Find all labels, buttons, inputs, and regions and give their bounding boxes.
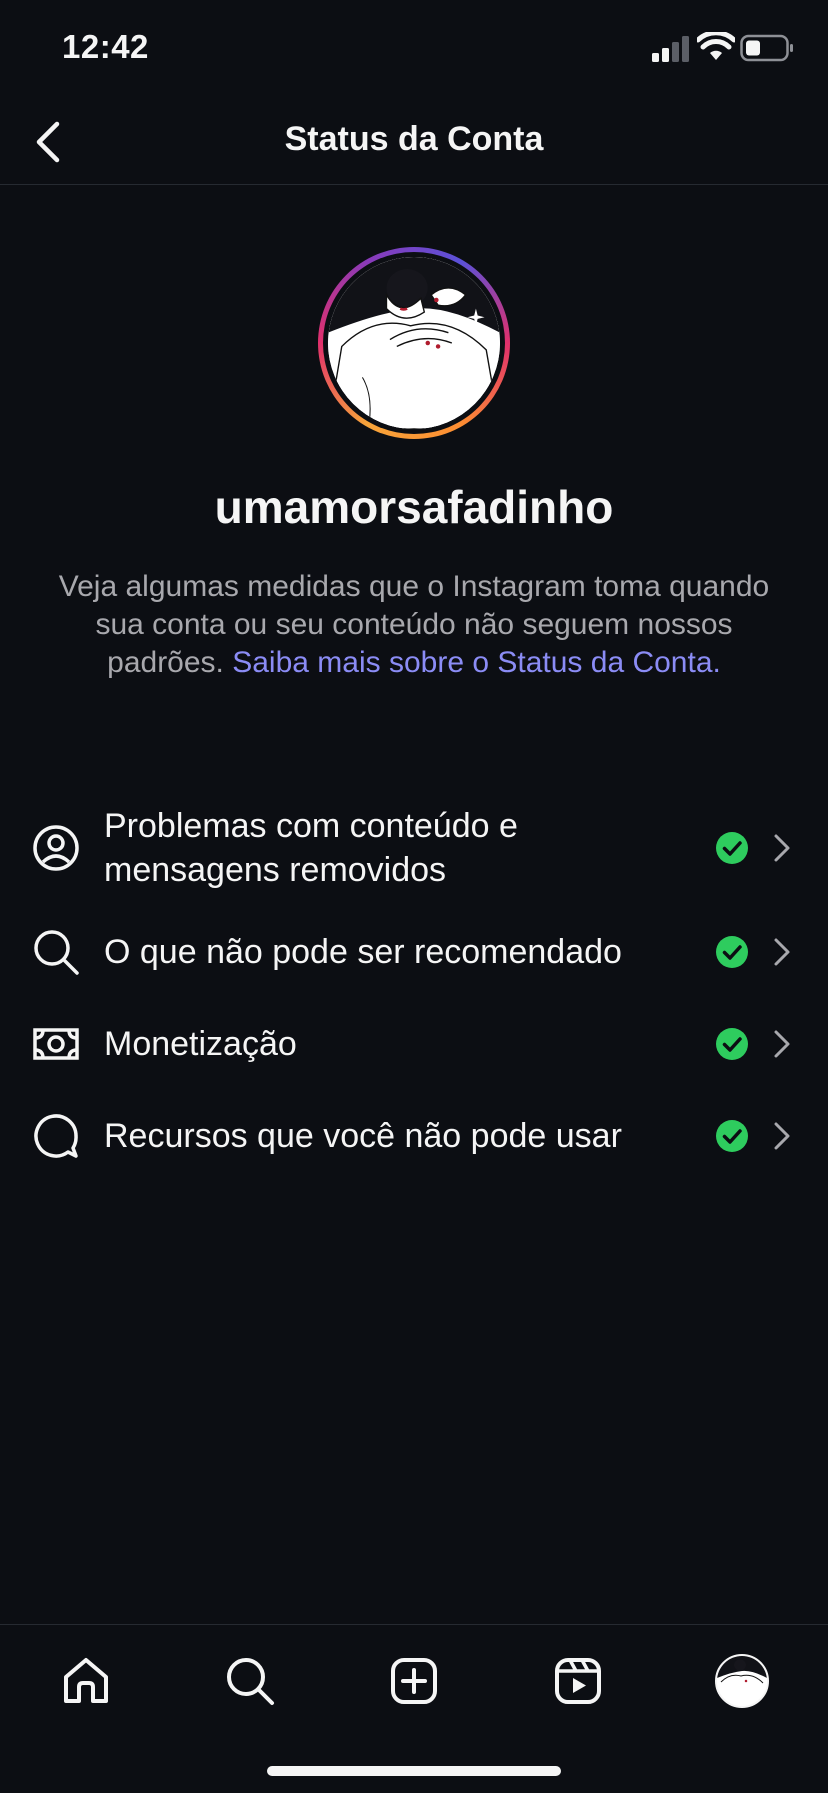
check-circle-icon — [716, 1028, 748, 1060]
home-indicator — [267, 1766, 561, 1776]
status-item-recommendations[interactable]: O que não pode ser recomendado — [0, 912, 828, 992]
page-title: Status da Conta — [284, 120, 544, 158]
profile-avatar — [715, 1654, 769, 1708]
chevron-right-icon — [774, 834, 790, 862]
cellular-signal-icon — [652, 36, 689, 62]
status-item-monetization[interactable]: Monetização — [0, 1004, 828, 1084]
status-item-features[interactable]: Recursos que você não pode usar — [0, 1096, 828, 1176]
check-circle-icon — [716, 1120, 748, 1152]
tab-create[interactable] — [382, 1649, 446, 1713]
tab-search[interactable] — [218, 1649, 282, 1713]
profile-username: umamorsafadinho — [214, 481, 614, 533]
tab-reels[interactable] — [546, 1649, 610, 1713]
create-icon — [391, 1658, 437, 1704]
status-bar: 12:42 — [0, 0, 828, 100]
status-item-label: O que não pode ser recomendado — [104, 933, 622, 971]
user-circle-icon — [30, 822, 82, 874]
search-icon — [30, 926, 82, 978]
top-navigation-bar: Status da Conta — [0, 100, 828, 185]
check-circle-icon — [716, 832, 748, 864]
tab-home[interactable] — [54, 1649, 118, 1713]
home-icon — [64, 1658, 108, 1703]
status-time: 12:42 — [62, 28, 149, 65]
profile-avatar-ring — [318, 247, 510, 439]
learn-more-link[interactable]: Saiba mais sobre o Status da Conta. — [232, 646, 721, 679]
status-item-removed-content[interactable]: Problemas com conteúdo e mensagens remov… — [0, 792, 828, 904]
chevron-right-icon — [774, 938, 790, 966]
money-icon — [30, 1018, 82, 1070]
account-status-description: Veja algumas medidas que o Instagram tom… — [56, 568, 772, 682]
status-item-label: Problemas com conteúdo e mensagens remov… — [104, 807, 518, 889]
chevron-right-icon — [774, 1122, 790, 1150]
tab-profile[interactable] — [710, 1649, 774, 1713]
wifi-icon — [697, 32, 735, 60]
chat-bubble-icon — [30, 1110, 82, 1162]
check-circle-icon — [716, 936, 748, 968]
status-item-label: Monetização — [104, 1025, 297, 1063]
profile-avatar — [328, 257, 500, 429]
status-item-label: Recursos que você não pode usar — [104, 1117, 622, 1155]
search-icon — [227, 1658, 274, 1705]
battery-icon — [740, 34, 793, 62]
reels-icon — [555, 1658, 601, 1704]
chevron-right-icon — [774, 1030, 790, 1058]
